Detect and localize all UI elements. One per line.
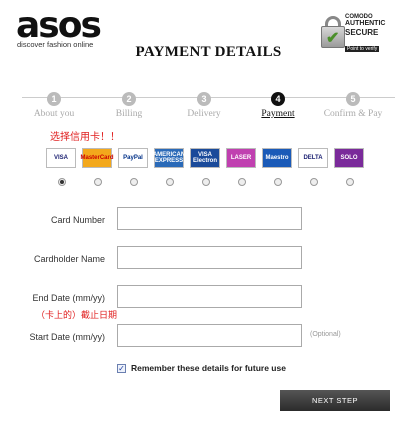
radio-laser[interactable] [238, 178, 246, 186]
seal-line2: SECURE [345, 28, 379, 37]
step-number: 3 [197, 92, 211, 106]
card-amex[interactable]: AMERICAN EXPRESS [153, 148, 185, 168]
step-about-you[interactable]: 1 About you [14, 89, 94, 119]
card-number-input[interactable] [117, 207, 302, 230]
select-card-annotation: 选择信用卡！！ [50, 132, 120, 143]
card-paypal[interactable]: PayPal [118, 148, 148, 168]
radio-solo[interactable] [346, 178, 354, 186]
card-delta[interactable]: DELTA [298, 148, 328, 168]
step-label: Billing [115, 109, 143, 119]
cardholder-name-label: Cardholder Name [33, 254, 105, 264]
radio-visa-electron[interactable] [202, 178, 210, 186]
start-date-input[interactable] [117, 324, 302, 347]
remember-checkbox[interactable]: ✓ [117, 364, 126, 373]
cardholder-name-input[interactable] [117, 246, 302, 269]
step-label: Confirm & Pay [323, 109, 383, 119]
step-billing[interactable]: 2 Billing [89, 89, 169, 119]
radio-amex[interactable] [166, 178, 174, 186]
padlock-icon: ✔ [321, 16, 345, 48]
step-number: 4 [271, 92, 285, 106]
radio-maestro[interactable] [274, 178, 282, 186]
radio-mastercard[interactable] [94, 178, 102, 186]
card-number-label: Card Number [50, 215, 105, 225]
card-visa-electron[interactable]: VISA Electron [190, 148, 220, 168]
step-payment[interactable]: 4 Payment [238, 89, 318, 119]
page-title: PAYMENT DETAILS [135, 44, 282, 60]
next-step-button[interactable]: NEXT STEP [280, 390, 390, 411]
end-date-input[interactable] [117, 285, 302, 308]
step-delivery[interactable]: 3 Delivery [164, 89, 244, 119]
step-number: 2 [122, 92, 136, 106]
step-label: Payment [261, 109, 295, 119]
card-visa[interactable]: VISA [46, 148, 76, 168]
end-date-annotation: （卡上的）截止日期 [36, 310, 118, 320]
step-label: Delivery [187, 109, 221, 119]
radio-delta[interactable] [310, 178, 318, 186]
card-type-list: VISA MasterCard PayPal AMERICAN EXPRESS … [46, 148, 366, 168]
remember-label: Remember these details for future use [131, 363, 286, 373]
radio-visa[interactable] [58, 178, 66, 186]
card-laser[interactable]: LASER [226, 148, 256, 168]
start-date-label: Start Date (mm/yy) [29, 332, 105, 342]
step-number: 1 [47, 92, 61, 106]
card-maestro[interactable]: Maestro [262, 148, 292, 168]
seal-line1: AUTHENTIC [345, 20, 386, 27]
step-label: About you [33, 109, 75, 119]
end-date-label: End Date (mm/yy) [32, 293, 105, 303]
optional-hint: (Optional) [310, 331, 341, 338]
card-mastercard[interactable]: MasterCard [81, 148, 114, 168]
step-confirm-pay[interactable]: 5 Confirm & Pay [313, 89, 393, 119]
step-number: 5 [346, 92, 360, 106]
card-solo[interactable]: SOLO [334, 148, 364, 168]
radio-paypal[interactable] [130, 178, 138, 186]
